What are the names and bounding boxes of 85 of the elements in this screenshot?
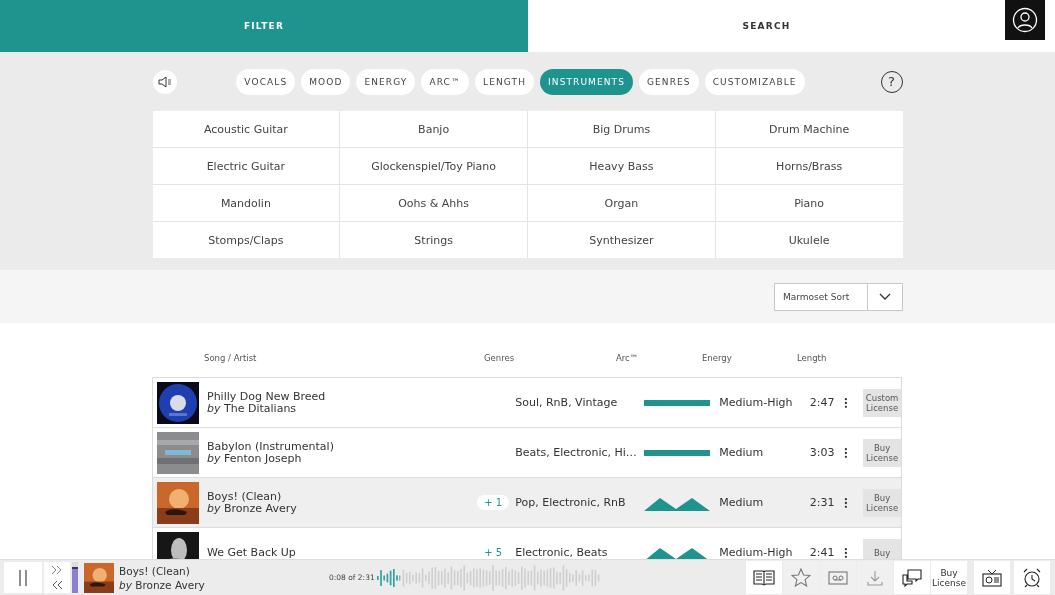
alarm-button[interactable] <box>1014 561 1050 594</box>
category-pill[interactable]: INSTRUMENTS <box>540 68 633 95</box>
length-text: 3:03 <box>808 446 835 459</box>
instrument-option[interactable]: Ukulele <box>715 222 903 258</box>
license-button[interactable]: Custom License <box>863 388 901 417</box>
now-playing-title: Boys! (Clean) <box>119 563 191 578</box>
song-artist[interactable]: by The Ditalians <box>207 402 434 415</box>
now-playing-artist: by Bronze Avery <box>119 577 206 592</box>
instrument-option[interactable]: Acoustic Guitar <box>152 111 340 147</box>
pause-icon <box>18 569 28 586</box>
energy-text: Medium <box>719 496 765 509</box>
buy-license-button[interactable]: Buy License <box>931 561 967 594</box>
column-header: Genres <box>484 353 515 363</box>
sort-value: Marmoset Sort <box>782 291 851 302</box>
instrument-option[interactable]: Mandolin <box>152 185 340 221</box>
pause-button[interactable] <box>4 562 42 593</box>
genres-text: Soul, RnB, Vintage <box>515 396 619 409</box>
song-title[interactable]: We Get Back Up <box>207 546 434 559</box>
category-pill[interactable]: ARC™ <box>421 68 470 95</box>
genres-text: Electronic, Beats <box>515 546 609 559</box>
next-icon[interactable] <box>50 564 64 575</box>
book-icon <box>753 569 775 586</box>
instrument-option[interactable]: Oohs & Ahhs <box>340 185 527 221</box>
instrument-option[interactable]: Horns/Brass <box>715 148 903 184</box>
song-artist[interactable]: by Fenton Joseph <box>207 452 434 465</box>
column-header: Song / Artist <box>204 353 257 363</box>
radio-button[interactable] <box>974 561 1010 594</box>
speaker-icon <box>157 75 172 88</box>
category-pill[interactable]: VOCALS <box>236 68 296 95</box>
arc-graph <box>643 398 710 407</box>
column-header: Arc™ <box>616 353 639 363</box>
genres-text: Pop, Electronic, RnB <box>515 496 627 509</box>
instrument-option[interactable]: Glockenspiel/Toy Piano <box>340 148 527 184</box>
radio-icon <box>982 568 1002 587</box>
column-header: Length <box>797 353 827 363</box>
energy-text: Medium <box>719 446 765 459</box>
arc-graph <box>643 448 710 457</box>
category-pill[interactable]: LENGTH <box>475 68 535 95</box>
song-title[interactable]: Boys! (Clean) <box>207 490 434 503</box>
more-icon[interactable] <box>844 396 849 409</box>
instrument-option[interactable]: Organ <box>528 185 715 221</box>
instrument-option[interactable]: Heavy Bass <box>528 148 715 184</box>
instrument-option[interactable]: Stomps/Claps <box>152 222 340 258</box>
more-icon[interactable] <box>844 446 849 459</box>
more-icon[interactable] <box>844 546 849 559</box>
song-title[interactable]: Babylon (Instrumental) <box>207 440 434 453</box>
energy-text: Medium-High <box>719 396 794 409</box>
star-icon <box>791 568 811 587</box>
category-pill[interactable]: MOOD <box>301 68 351 95</box>
top-tab[interactable]: FILTER <box>0 0 528 52</box>
song-title[interactable]: Philly Dog New Breed <box>207 390 434 403</box>
chat-icon <box>902 568 922 587</box>
track-row[interactable]: Boys! (Clean) by Bronze Avery + 1 Pop, Electronic, RnB Medium 2:31 Buy License <box>153 478 901 528</box>
length-text: 2:47 <box>808 396 835 409</box>
instrument-option[interactable]: Big Drums <box>528 111 715 147</box>
instrument-option[interactable]: Strings <box>340 222 527 258</box>
sort-dropdown[interactable]: Marmoset Sort <box>774 282 903 311</box>
more-icon[interactable] <box>844 496 849 509</box>
user-icon <box>1012 7 1038 33</box>
previous-icon[interactable] <box>50 580 64 591</box>
cassette-icon <box>828 570 848 585</box>
length-text: 2:41 <box>808 546 835 559</box>
category-pill[interactable]: CUSTOMIZABLE <box>704 68 805 95</box>
account-button[interactable] <box>1005 0 1045 40</box>
instrument-option[interactable]: Drum Machine <box>715 111 903 147</box>
length-text: 2:31 <box>808 496 835 509</box>
instrument-option[interactable]: Piano <box>715 185 903 221</box>
song-artist[interactable]: by Bronze Avery <box>207 502 434 515</box>
category-pill[interactable]: ENERGY <box>356 68 416 95</box>
column-header: Energy <box>702 353 732 363</box>
instrument-option[interactable]: Synthesizer <box>528 222 715 258</box>
genres-text: Beats, Electronic, Hi… <box>515 446 638 459</box>
book-button[interactable] <box>746 561 782 594</box>
chat-button[interactable] <box>894 561 930 594</box>
instrument-option[interactable]: Electric Guitar <box>152 148 340 184</box>
license-button[interactable]: Buy License <box>863 488 901 517</box>
download-icon <box>867 569 883 586</box>
instrument-option[interactable]: Banjo <box>340 111 527 147</box>
mute-button[interactable] <box>152 69 177 94</box>
license-button[interactable]: Buy License <box>863 438 901 467</box>
category-pill[interactable]: GENRES <box>639 68 699 95</box>
license-button[interactable]: Buy <box>863 538 901 559</box>
alarm-clock-icon <box>1022 567 1042 588</box>
more-count-badge[interactable]: + 1 <box>477 495 510 510</box>
energy-text: Medium-High <box>719 546 794 559</box>
